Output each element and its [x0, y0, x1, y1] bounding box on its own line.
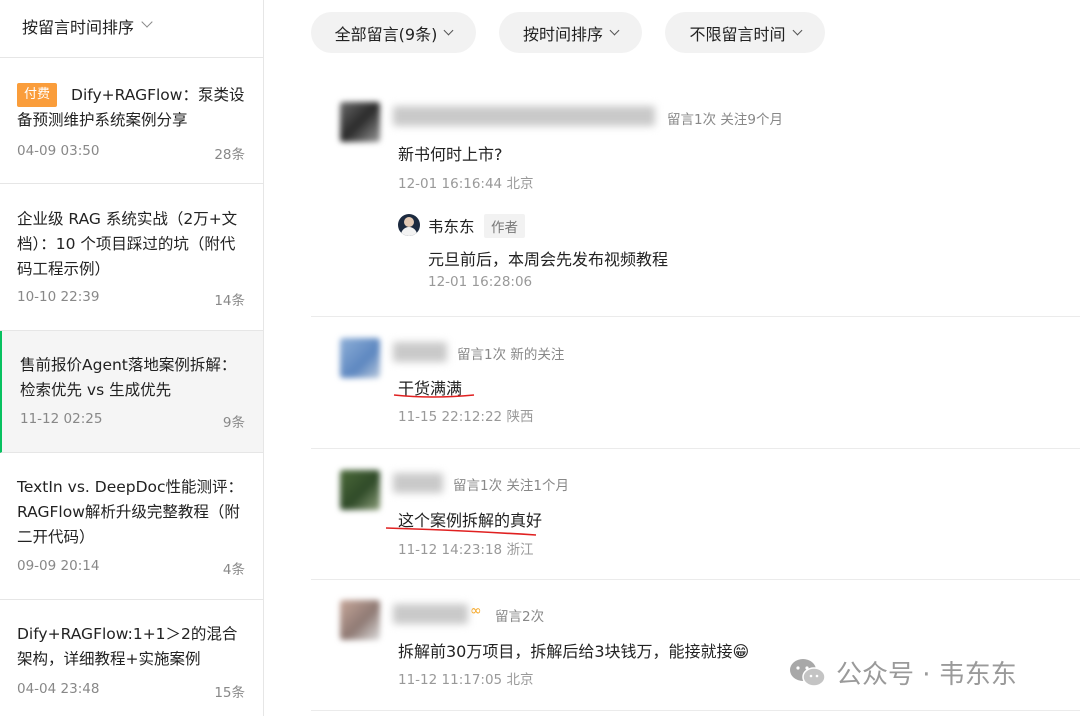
article-sidebar: 按留言时间排序 付费 Dify+RAGFlow：泵类设备预测维护系统案例分享 04…: [0, 0, 264, 716]
article-item[interactable]: Dify+RAGFlow:1+1＞2的混合架构，详细教程+实施案例 04-04 …: [0, 600, 263, 716]
chevron-down-icon: [443, 25, 454, 36]
comment-user-meta: 留言1次 关注1个月: [453, 478, 569, 494]
blurred-username: [393, 106, 655, 126]
article-item[interactable]: TextIn vs. DeepDoc性能测评：RAGFlow解析升级完整教程（附…: [0, 453, 263, 600]
article-title-block: 付费 Dify+RAGFlow：泵类设备预测维护系统案例分享: [17, 83, 245, 133]
reply-time: 12-01 16:28:06: [428, 274, 533, 290]
article-title: 企业级 RAG 系统实战（2万+文档）：10 个项目踩过的坑（附代码工程示例）: [17, 210, 238, 278]
article-meta: 04-04 23:48 15条: [17, 681, 245, 701]
article-comment-count: 28条: [214, 147, 245, 163]
blurred-username: [393, 342, 447, 362]
comment-text: 新书何时上市?: [398, 145, 503, 164]
avatar: [340, 338, 380, 378]
article-item[interactable]: 付费 Dify+RAGFlow：泵类设备预测维护系统案例分享 04-09 03:5…: [0, 59, 263, 184]
comment-time: 11-12 14:23:18 浙江: [398, 542, 534, 558]
comment-time: 12-01 16:16:44 北京: [398, 176, 534, 192]
article-comment-count: 4条: [222, 562, 245, 578]
article-title: TextIn vs. DeepDoc性能测评：RAGFlow解析升级完整教程（附…: [17, 478, 244, 546]
filter-all-comments-dropdown[interactable]: 全部留言(9条): [311, 12, 476, 53]
article-item[interactable]: 企业级 RAG 系统实战（2万+文档）：10 个项目踩过的坑（附代码工程示例） …: [0, 184, 263, 331]
article-date: 04-09 03:50: [17, 143, 100, 159]
filter-time-dropdown[interactable]: 不限留言时间: [665, 12, 825, 53]
comment-divider: [311, 316, 1080, 317]
wechat-watermark: 公众号 · 韦东东: [788, 654, 1017, 691]
filter-time-label: 不限留言时间: [689, 24, 786, 44]
red-underline-annotation: [393, 394, 475, 398]
comment-divider: [311, 710, 1080, 711]
comment-user-meta: 留言1次 关注9个月: [667, 112, 783, 128]
article-title: Dify+RAGFlow:1+1＞2的混合架构，详细教程+实施案例: [17, 625, 238, 668]
article-comment-count: 15条: [214, 685, 245, 701]
wechat-icon: [790, 658, 826, 687]
comment-time: 11-15 22:12:22 陕西: [398, 409, 534, 425]
blurred-username: [393, 604, 468, 624]
reply-text: 元旦前后，本周会先发布视频教程: [428, 250, 669, 269]
comment-time: 11-12 11:17:05 北京: [398, 672, 534, 688]
chevron-down-icon: [792, 25, 802, 36]
sidebar-sort-dropdown[interactable]: 按留言时间排序: [0, 0, 263, 58]
bow-icon: ∞: [470, 603, 482, 619]
article-date: 04-04 23:48: [17, 681, 100, 697]
avatar: [340, 600, 380, 640]
article-date: 11-12 02:25: [20, 411, 103, 427]
author-badge: 作者: [484, 214, 525, 238]
reply-author-name: 韦东东: [428, 218, 475, 236]
red-underline-annotation: [385, 527, 537, 536]
comment-user-meta: 留言1次 新的关注: [457, 347, 565, 363]
filter-sort-label: 按时间排序: [522, 24, 603, 44]
author-avatar: [398, 214, 420, 236]
article-meta: 10-10 22:39 14条: [17, 289, 245, 309]
chevron-down-icon: [609, 25, 620, 36]
article-meta: 04-09 03:50 28条: [17, 143, 245, 163]
chevron-down-icon: [141, 16, 153, 28]
article-meta: 09-09 20:14 4条: [17, 558, 245, 578]
filter-all-label: 全部留言(9条): [334, 24, 438, 44]
article-comment-count: 9条: [222, 415, 245, 431]
article-meta: 11-12 02:25 9条: [20, 411, 245, 431]
article-title: 售前报价Agent落地案例拆解：检索优先 vs 生成优先: [20, 356, 237, 399]
comment-user-meta: 留言2次: [495, 609, 545, 625]
watermark-label: 公众号 · 韦东东: [836, 660, 1017, 690]
paid-badge: 付费: [17, 83, 58, 107]
filter-sort-dropdown[interactable]: 按时间排序: [499, 12, 642, 53]
avatar: [340, 470, 380, 510]
article-date: 09-09 20:14: [17, 558, 100, 574]
blurred-username: [393, 473, 443, 493]
article-item-selected[interactable]: 售前报价Agent落地案例拆解：检索优先 vs 生成优先 11-12 02:25…: [0, 331, 263, 453]
comment-divider: [311, 579, 1080, 580]
comment-text: 拆解前30万项目，拆解后给3块钱万，能接就接😁: [398, 642, 750, 661]
comment-divider: [311, 448, 1080, 449]
article-date: 10-10 22:39: [17, 289, 100, 305]
avatar: [340, 102, 380, 142]
sidebar-sort-label: 按留言时间排序: [22, 18, 135, 37]
article-comment-count: 14条: [214, 293, 245, 309]
